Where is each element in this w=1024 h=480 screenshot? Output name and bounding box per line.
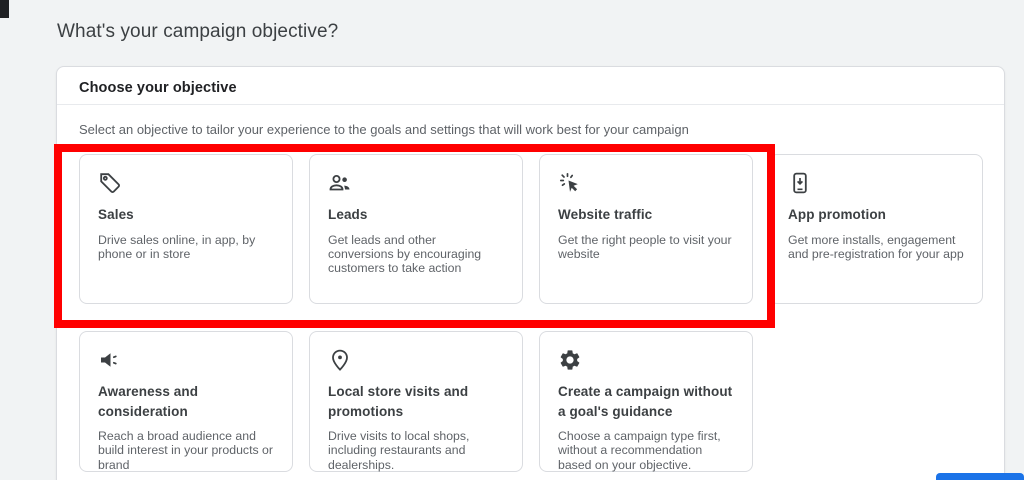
objective-description: Choose a campaign type first, without a … <box>558 429 735 472</box>
objective-description: Get more installs, engagement and pre-re… <box>788 233 965 262</box>
objective-cards-grid: Sales Drive sales online, in app, by pho… <box>79 154 983 472</box>
people-icon <box>328 171 352 195</box>
objective-description: Get the right people to visit your websi… <box>558 233 735 262</box>
objective-panel: Choose your objective Select an objectiv… <box>56 66 1005 480</box>
objective-card-website-traffic[interactable]: Website traffic Get the right people to … <box>539 154 753 304</box>
objective-card-leads[interactable]: Leads Get leads and other conversions by… <box>309 154 523 304</box>
objective-title: Local store visits and promotions <box>328 382 505 421</box>
objective-card-sales[interactable]: Sales Drive sales online, in app, by pho… <box>79 154 293 304</box>
gear-icon <box>558 348 582 372</box>
objective-title: App promotion <box>788 205 965 225</box>
location-pin-icon <box>328 348 352 372</box>
objective-card-awareness[interactable]: Awareness and consideration Reach a broa… <box>79 331 293 472</box>
panel-subtitle: Select an objective to tailor your exper… <box>79 122 689 137</box>
objective-card-no-goal[interactable]: Create a campaign without a goal's guida… <box>539 331 753 472</box>
objective-card-local-store[interactable]: Local store visits and promotions Drive … <box>309 331 523 472</box>
objective-title: Create a campaign without a goal's guida… <box>558 382 735 421</box>
cursor-click-icon <box>558 171 582 195</box>
panel-header: Choose your objective <box>79 80 237 96</box>
objective-card-app-promotion[interactable]: App promotion Get more installs, engagem… <box>769 154 983 304</box>
tag-icon <box>98 171 122 195</box>
page-title: What's your campaign objective? <box>57 21 338 43</box>
panel-divider <box>57 104 1004 105</box>
objective-title: Website traffic <box>558 205 735 225</box>
objective-title: Sales <box>98 205 275 225</box>
objective-description: Reach a broad audience and build interes… <box>98 429 275 472</box>
objective-title: Awareness and consideration <box>98 382 275 421</box>
megaphone-icon <box>98 348 122 372</box>
objective-title: Leads <box>328 205 505 225</box>
phone-install-icon <box>788 171 812 195</box>
continue-button[interactable] <box>936 473 1024 480</box>
screen-corner-artifact <box>0 0 9 18</box>
objective-description: Get leads and other conversions by encou… <box>328 233 505 276</box>
objective-description: Drive visits to local shops, including r… <box>328 429 505 472</box>
objective-description: Drive sales online, in app, by phone or … <box>98 233 275 262</box>
